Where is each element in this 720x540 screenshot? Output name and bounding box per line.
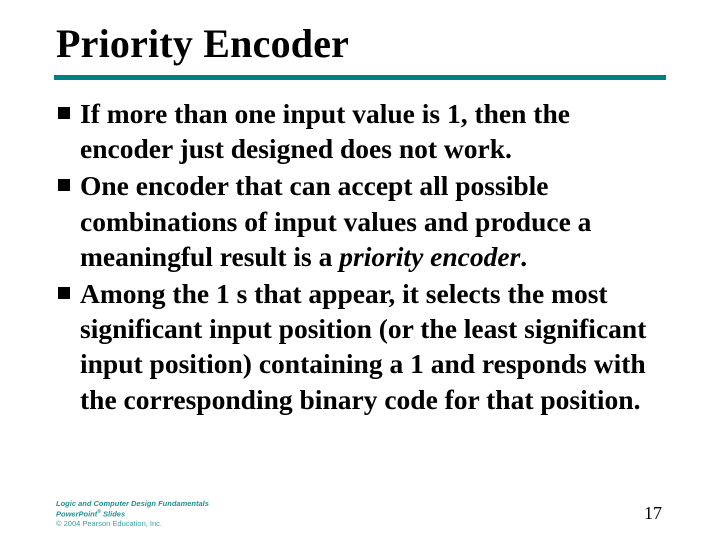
- bullet-text-italic: priority encoder: [339, 241, 520, 272]
- bullet-icon: [58, 179, 70, 191]
- bullet-text-tail: .: [520, 241, 527, 272]
- list-item: Among the 1 s that appear, it selects th…: [58, 276, 666, 417]
- footer-line2: PowerPoint® Slides: [56, 509, 209, 519]
- page-number: 17: [644, 503, 662, 524]
- bullet-text: Among the 1 s that appear, it selects th…: [80, 276, 666, 417]
- bullet-list: If more than one input value is 1, then …: [54, 96, 666, 417]
- bullet-icon: [58, 287, 70, 299]
- footer-line1: Logic and Computer Design Fundamentals: [56, 499, 209, 508]
- footer-line2-a: PowerPoint: [56, 509, 97, 518]
- slide-title: Priority Encoder: [56, 20, 666, 67]
- bullet-icon: [58, 107, 70, 119]
- list-item: If more than one input value is 1, then …: [58, 96, 666, 166]
- slide: Priority Encoder If more than one input …: [0, 0, 720, 417]
- title-rule: [54, 75, 666, 80]
- bullet-text: One encoder that can accept all possible…: [80, 168, 666, 274]
- bullet-text: If more than one input value is 1, then …: [80, 96, 666, 166]
- footer: Logic and Computer Design Fundamentals P…: [56, 499, 209, 528]
- list-item: One encoder that can accept all possible…: [58, 168, 666, 274]
- footer-copyright: © 2004 Pearson Education, Inc.: [56, 519, 209, 528]
- footer-line2-b: Slides: [101, 509, 125, 518]
